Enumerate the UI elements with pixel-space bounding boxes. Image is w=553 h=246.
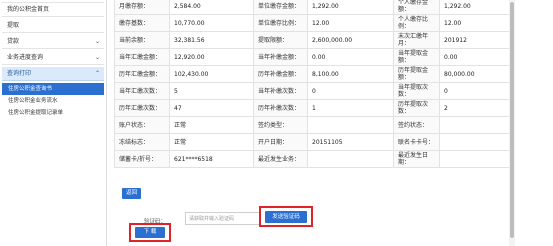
field-value — [439, 116, 513, 134]
sidebar-subitem-fund-query[interactable]: 住房公积金查询书 — [2, 83, 104, 95]
sidebar-item-query-print[interactable]: 查询打印 ⌃ — [2, 67, 104, 81]
field-label: 签约状态： — [393, 116, 440, 134]
field-value: 0 — [439, 82, 513, 100]
field-value — [307, 116, 394, 134]
field-value: 80,000.00 — [439, 65, 513, 83]
sidebar-item-withdraw[interactable]: 提取 — [2, 19, 104, 33]
send-code-button[interactable]: 发送验证码 — [265, 211, 307, 223]
field-label: 历年提取次数： — [393, 99, 440, 117]
field-label: 当年提取金额： — [393, 48, 440, 66]
field-label: 最近发生业务： — [253, 150, 308, 168]
field-value: 1,292.00 — [439, 0, 513, 15]
verification-code-input[interactable] — [185, 212, 261, 225]
field-label: 历年提取金额： — [393, 65, 440, 83]
field-value — [439, 150, 513, 168]
field-label: 提取限额： — [253, 31, 308, 49]
field-value: 12.00 — [439, 14, 513, 32]
sidebar-item-progress[interactable]: 业务进度查询 ⌄ — [2, 51, 104, 65]
account-detail-table: 月缴存额： 2,584.00 单位缴存金额： 1,292.00 个人缴存金额： 1,292… — [114, 0, 513, 168]
field-label: 历年汇缴次数： — [114, 99, 170, 117]
field-value: 2,600,000.00 — [307, 31, 394, 49]
table-row: 历年汇缴次数： 47 历年补缴次数： 1 历年提取次数： 2 — [114, 99, 513, 117]
field-label: 月缴存额： — [114, 0, 170, 15]
field-label: 历年补缴金额： — [253, 65, 308, 83]
table-row: 月缴存额： 2,584.00 单位缴存金额： 1,292.00 个人缴存金额： 1,292… — [114, 0, 513, 15]
sidebar-item-label: 我的公积金首页 — [7, 6, 50, 13]
field-label: 当年汇缴金额： — [114, 48, 170, 66]
table-row: 账户状态： 正常 签约类型： 签约状态： — [114, 116, 513, 134]
table-row: 缴存基数： 10,770.00 单位缴存比例： 12.00 个人缴存比例： 12.00 — [114, 14, 513, 32]
field-label: 历年汇缴金额： — [114, 65, 170, 83]
field-value: 5 — [169, 82, 254, 100]
field-value: 621****6518 — [169, 150, 254, 168]
field-label: 开户日期： — [253, 133, 308, 151]
field-value: 32,381.56 — [169, 31, 254, 49]
field-label: 末次汇缴年月： — [393, 31, 440, 49]
field-label: 当年提取次数： — [393, 82, 440, 100]
field-value: 正常 — [169, 133, 254, 151]
sidebar-item-label: 贷款 — [7, 38, 20, 45]
table-row: 历年汇缴金额： 102,430.00 历年补缴金额： 8,100.00 历年提取金额： 8… — [114, 65, 513, 83]
table-row: 当年汇缴金额： 12,920.00 当年补缴金额： 0.00 当年提取金额： 0.00 — [114, 48, 513, 66]
scrollbar-thumb[interactable] — [510, 2, 514, 238]
chevron-down-icon: ⌄ — [94, 54, 100, 61]
sidebar-item-label: 提取 — [7, 22, 20, 29]
field-value: 1 — [307, 99, 394, 117]
sidebar-item-label: 查询打印 — [7, 70, 32, 77]
field-value: 102,430.00 — [169, 65, 254, 83]
table-row: 冻结标志： 正常 开户日期： 20151105 联名卡卡号： — [114, 133, 513, 151]
field-value: 1,292.00 — [307, 0, 394, 15]
sidebar: 我的公积金首页 提取 贷款 ⌄ 业务进度查询 ⌄ 查询打印 ⌃ 住房公积金查询书 住房… — [0, 0, 107, 246]
field-label: 单位缴存比例： — [253, 14, 308, 32]
field-value — [439, 133, 513, 151]
field-label: 当年补缴金额： — [253, 48, 308, 66]
field-label: 签约类型： — [253, 116, 308, 134]
field-value: 10,770.00 — [169, 14, 254, 32]
chevron-down-icon: ⌄ — [94, 38, 100, 45]
field-value: 正常 — [169, 116, 254, 134]
table-row: 当前余额： 32,381.56 提取限额： 2,600,000.00 末次汇缴年月： 20… — [114, 31, 513, 49]
field-value: 2 — [439, 99, 513, 117]
field-label: 单位缴存金额： — [253, 0, 308, 15]
field-label: 当前余额： — [114, 31, 170, 49]
field-value: 20151105 — [307, 133, 394, 151]
field-label: 个人缴存金额： — [393, 0, 440, 15]
table-row: 储蓄卡/折号： 621****6518 最近发生业务： 最近发生日期： — [114, 150, 513, 168]
field-value: 0.00 — [439, 48, 513, 66]
field-value: 0 — [307, 82, 394, 100]
download-button[interactable]: 下 载 — [135, 227, 165, 238]
field-label: 个人缴存比例： — [393, 14, 440, 32]
field-label: 账户状态： — [114, 116, 170, 134]
field-value: 12.00 — [307, 14, 394, 32]
field-value: 47 — [169, 99, 254, 117]
field-label: 当年补缴次数： — [253, 82, 308, 100]
sidebar-item-label: 业务进度查询 — [7, 54, 44, 61]
sidebar-subitem-fund-flow[interactable]: 住房公积金业务流水 — [2, 95, 104, 107]
field-value — [307, 150, 394, 168]
field-value: 12,920.00 — [169, 48, 254, 66]
field-value: 201912 — [439, 31, 513, 49]
vertical-scrollbar[interactable] — [509, 0, 515, 246]
field-value: 0.00 — [307, 48, 394, 66]
field-label: 联名卡卡号： — [393, 133, 440, 151]
field-value: 2,584.00 — [169, 0, 254, 15]
sidebar-item-home[interactable]: 我的公积金首页 — [2, 2, 104, 17]
field-label: 冻结标志： — [114, 133, 170, 151]
field-value: 8,100.00 — [307, 65, 394, 83]
field-label: 当年汇缴次数： — [114, 82, 170, 100]
field-label: 历年补缴次数： — [253, 99, 308, 117]
field-label: 缴存基数： — [114, 14, 170, 32]
table-row: 当年汇缴次数： 5 当年补缴次数： 0 当年提取次数： 0 — [114, 82, 513, 100]
sidebar-item-loan[interactable]: 贷款 ⌄ — [2, 35, 104, 49]
return-button[interactable]: 返回 — [122, 188, 141, 199]
sidebar-subitem-withdraw-record[interactable]: 住房公积金提取记录单 — [2, 107, 104, 119]
main-panel: 月缴存额： 2,584.00 单位缴存金额： 1,292.00 个人缴存金额： 1,292… — [108, 0, 513, 246]
chevron-up-icon: ⌃ — [94, 70, 100, 77]
field-label: 储蓄卡/折号： — [114, 150, 170, 168]
field-label: 最近发生日期： — [393, 150, 440, 168]
